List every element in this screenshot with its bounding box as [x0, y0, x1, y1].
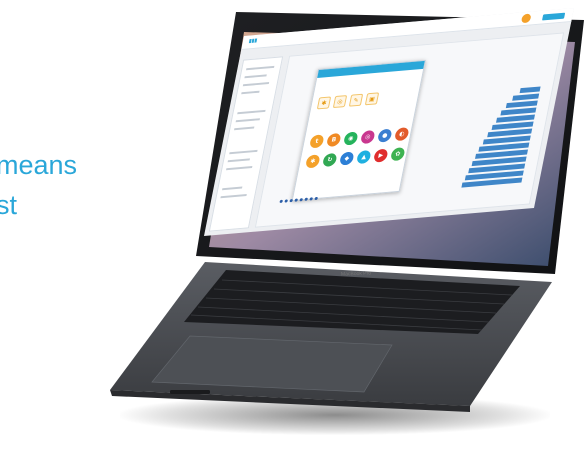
- instagram-icon[interactable]: ◎: [360, 129, 376, 145]
- blogger-icon[interactable]: B: [326, 132, 342, 147]
- blue-icon[interactable]: ◆: [339, 151, 355, 166]
- source-tile[interactable]: ▣: [364, 92, 380, 106]
- source-tile[interactable]: ◎: [332, 95, 348, 109]
- trackpad: [151, 335, 393, 393]
- screen-content: ▮▮▮ ✱ ◎ ✎ ▣ t B ◉ ◎ ● ◐ ✱ ↻ ◆ ▲ ▶ ✿: [204, 7, 574, 237]
- social-row: t B ◉ ◎ ● ◐: [309, 127, 410, 149]
- chrome-icon[interactable]: ●: [377, 128, 393, 143]
- green-icon[interactable]: ✿: [390, 147, 406, 162]
- cyan-icon[interactable]: ▲: [356, 149, 372, 165]
- app-logo: ▮▮▮: [248, 37, 258, 45]
- social-row: ✱ ↻ ◆ ▲ ▶ ✿: [305, 147, 406, 169]
- bar-list: [457, 86, 541, 211]
- avatar-icon[interactable]: ◐: [394, 127, 410, 142]
- orange-icon[interactable]: ✱: [305, 154, 321, 169]
- source-tiles: ✱ ◎ ✎ ▣: [316, 92, 380, 110]
- laptop-brand-label: MacBook Pro: [340, 270, 372, 278]
- source-tile[interactable]: ✱: [316, 96, 332, 110]
- youtube-icon[interactable]: ▶: [373, 148, 389, 163]
- sync-icon[interactable]: ↻: [322, 152, 338, 167]
- tumblr-icon[interactable]: t: [309, 134, 325, 149]
- header-action-button[interactable]: [542, 12, 566, 21]
- source-tile[interactable]: ✎: [348, 93, 364, 107]
- notification-dot[interactable]: [520, 13, 532, 24]
- hangouts-icon[interactable]: ◉: [343, 131, 359, 146]
